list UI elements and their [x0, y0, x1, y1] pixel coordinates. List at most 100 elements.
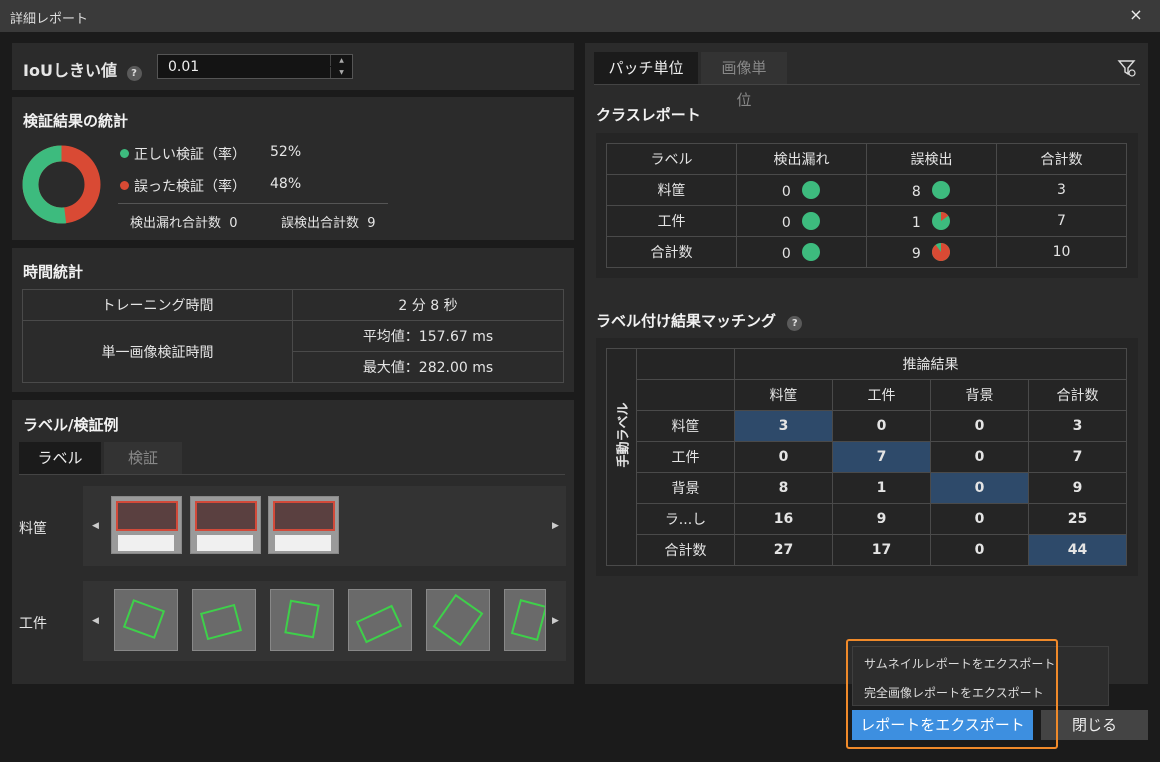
examples-tab-underline	[19, 474, 565, 475]
missed-pie-icon	[802, 212, 821, 230]
training-label: トレーニング時間	[22, 289, 293, 321]
match-cell: 27	[734, 534, 833, 566]
part-next-icon[interactable]: ▶	[552, 616, 559, 626]
match-cell: 8	[734, 472, 833, 504]
part-thumbnail[interactable]	[426, 589, 490, 651]
match-cell: 7	[832, 441, 931, 473]
class-row-total: 10	[996, 236, 1127, 268]
match-cell: 0	[930, 534, 1029, 566]
part-thumbnail[interactable]	[504, 589, 546, 651]
match-cell: 0	[930, 441, 1029, 473]
help-icon[interactable]: ?	[126, 66, 142, 81]
correct-legend: 正しい検証（率）	[120, 144, 246, 164]
iou-threshold-input[interactable]	[158, 55, 330, 78]
match-cell: 25	[1028, 503, 1127, 535]
class-row-total: 3	[996, 174, 1127, 206]
class-row-total: 7	[996, 205, 1127, 237]
table-row: 背景 8 1 0 9	[607, 472, 1127, 504]
single-label: 単一画像検証時間	[22, 320, 293, 383]
inference-header: 推論結果	[734, 348, 1127, 380]
pie-slice	[932, 243, 951, 261]
false-pie-icon	[932, 212, 951, 230]
export-thumbnail-item[interactable]: サムネイルレポートをエクスポート	[864, 655, 1055, 672]
manual-label-axis: 手動ラベル	[606, 348, 637, 566]
match-col-header: 工件	[832, 379, 931, 411]
match-cell: 44	[1028, 534, 1127, 566]
export-full-item[interactable]: 完全画像レポートをエクスポート	[864, 684, 1044, 701]
export-menu: サムネイルレポートをエクスポート 完全画像レポートをエクスポート	[852, 646, 1109, 706]
examples-tabs: ラベル 検証	[19, 442, 185, 474]
class-row-label: 工件	[606, 205, 737, 237]
false-count: 9	[911, 246, 921, 262]
wrong-value: 48%	[270, 176, 302, 192]
stats-divider	[118, 203, 388, 204]
bin-thumbnail[interactable]	[268, 496, 339, 554]
export-report-button[interactable]: レポートをエクスポート	[852, 710, 1033, 740]
table-row: 合計数 0 9 10	[606, 236, 1127, 268]
bin-thumbnail[interactable]	[190, 496, 261, 554]
match-row-label: 背景	[636, 472, 735, 504]
report-tab-underline	[594, 84, 1140, 85]
tab-image-unit[interactable]: 画像単位	[701, 52, 787, 109]
filter-icon[interactable]	[1117, 58, 1137, 78]
bin-prev-icon[interactable]: ◀	[92, 521, 99, 531]
table-row: 料筐 0 8 3	[606, 174, 1127, 206]
match-cell: 3	[734, 410, 833, 442]
match-cell: 0	[734, 441, 833, 473]
match-row-label: ラ...し	[636, 503, 735, 535]
iou-threshold-spinbox[interactable]: ▲ ▼	[157, 54, 353, 79]
match-cell: 17	[832, 534, 931, 566]
part-thumbnail[interactable]	[192, 589, 256, 651]
false-pie-icon	[932, 243, 951, 261]
close-icon[interactable]: ×	[1126, 5, 1146, 25]
pie-base	[932, 181, 951, 199]
match-cell: 16	[734, 503, 833, 535]
help-icon[interactable]: ?	[787, 316, 803, 331]
part-thumbnail[interactable]	[270, 589, 334, 651]
false-count: 8	[911, 184, 921, 200]
row-label-part: 工件	[19, 616, 47, 632]
training-value: 2 分 8 秒	[292, 289, 564, 321]
close-button[interactable]: 閉じる	[1041, 710, 1148, 740]
table-row: 合計数 27 17 0 44	[607, 534, 1127, 566]
max-value: 最大値：282.00 ms	[292, 351, 564, 383]
table-row: 料筐 3 0 0 3	[607, 410, 1127, 442]
match-row-label: 工件	[636, 441, 735, 473]
wrong-legend: 誤った検証（率）	[120, 176, 246, 196]
class-header-total: 合計数	[996, 143, 1127, 175]
false-pie-icon	[932, 181, 951, 199]
class-row-label: 料筐	[606, 174, 737, 206]
iou-threshold-label: IoUしきい値 ?	[23, 57, 142, 81]
part-thumbnail[interactable]	[348, 589, 412, 651]
match-cell: 9	[1028, 472, 1127, 504]
table-row: ラ...し 16 9 0 25	[607, 503, 1127, 535]
match-col-header: 料筐	[734, 379, 833, 411]
bin-next-icon[interactable]: ▶	[552, 521, 559, 531]
class-header-label: ラベル	[606, 143, 737, 175]
tab-verify[interactable]: 検証	[104, 442, 182, 474]
match-col-header: 合計数	[1028, 379, 1127, 411]
match-row-label: 料筐	[636, 410, 735, 442]
false-total: 誤検出合計数 9	[281, 216, 376, 231]
tab-label[interactable]: ラベル	[19, 442, 101, 474]
stats-donut-chart	[22, 145, 101, 224]
correct-value: 52%	[270, 144, 302, 160]
matching-table: 手動ラベル 推論結果 料筐 工件 背景 合計数 料筐 3 0 0 3 工件 0 …	[606, 348, 1127, 566]
match-col-header: 背景	[930, 379, 1029, 411]
part-prev-icon[interactable]: ◀	[92, 616, 99, 626]
tab-patch-unit[interactable]: パッチ単位	[594, 52, 698, 84]
spin-down-icon[interactable]: ▼	[330, 67, 352, 78]
match-cell: 9	[832, 503, 931, 535]
class-header-false: 誤検出	[866, 143, 997, 175]
match-cell: 0	[930, 503, 1029, 535]
match-cell: 3	[1028, 410, 1127, 442]
class-header-missed: 検出漏れ	[736, 143, 867, 175]
part-thumbnail[interactable]	[114, 589, 178, 651]
missed-pie-icon	[802, 243, 821, 261]
avg-value: 平均値：157.67 ms	[292, 320, 564, 352]
bin-thumbnail[interactable]	[111, 496, 182, 554]
matching-title: ラベル付け結果マッチング ?	[596, 310, 803, 331]
class-report-title: クラスレポート	[596, 106, 701, 124]
spin-up-icon[interactable]: ▲	[330, 55, 352, 66]
time-table: トレーニング時間 2 分 8 秒 単一画像検証時間 平均値：157.67 ms …	[22, 289, 564, 383]
